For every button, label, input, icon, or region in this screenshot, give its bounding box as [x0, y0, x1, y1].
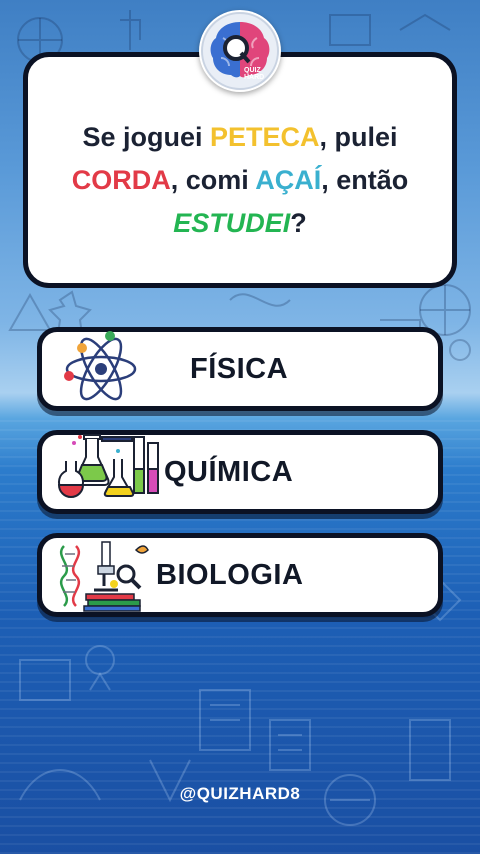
lab-flasks-icon	[57, 434, 159, 498]
logo-text-hard: HARD	[244, 74, 264, 81]
logo-text-quiz: QUIZ	[244, 67, 261, 74]
answer-label-fisica: FÍSICA	[190, 353, 289, 385]
answer-option-quimica[interactable]: QUÍMICA	[37, 430, 443, 514]
channel-handle: @QUIZHARD8	[179, 784, 301, 803]
answer-label-quimica: QUÍMICA	[164, 456, 294, 488]
microscope-dna-icon	[59, 541, 149, 612]
highlight-estudei: ESTUDEI	[173, 207, 291, 238]
atom-icon	[64, 331, 137, 401]
answer-option-biologia[interactable]: BIOLOGIA	[37, 533, 443, 617]
highlight-peteca: PETECA	[209, 121, 320, 152]
answer-label-biologia: BIOLOGIA	[156, 559, 304, 591]
highlight-corda: CORDA	[71, 164, 171, 195]
highlight-acai: AÇAÍ	[255, 164, 322, 195]
quizhard-logo: QUIZ HARD	[199, 10, 281, 92]
answer-option-fisica[interactable]: FÍSICA	[37, 327, 443, 411]
question-text: Se joguei PETECA, pulei CORDA, comi AÇAÍ…	[71, 121, 409, 238]
